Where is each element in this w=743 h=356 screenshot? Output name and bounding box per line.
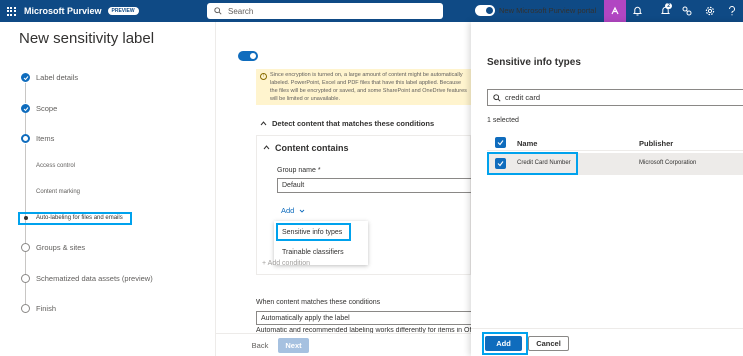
add-dropdown-button[interactable]: Add [281, 206, 305, 215]
match-action-value: Automatically apply the label [261, 314, 350, 322]
add-button-highlight-box [482, 332, 528, 355]
preview-badge: PREVIEW [107, 7, 139, 15]
search-icon [214, 7, 222, 15]
new-portal-toggle[interactable]: New Microsoft Purview portal [475, 5, 596, 16]
row-highlight-box [487, 152, 578, 175]
match-action-label: When content matches these conditions [256, 299, 381, 306]
search-icon [493, 93, 501, 102]
panel-title: Sensitive info types [487, 57, 581, 68]
step-complete-icon [21, 104, 30, 113]
content-contains-title: Content contains [275, 143, 349, 153]
step-connector [25, 113, 26, 134]
step-label-details[interactable]: Label details [21, 73, 78, 82]
panel-search-input[interactable]: credit card [487, 89, 743, 106]
step-label: Scope [36, 104, 58, 113]
step-complete-icon [21, 73, 30, 82]
app-brand[interactable]: Microsoft Purview [24, 6, 102, 16]
group-name-label: Group name * [277, 167, 321, 174]
menu-highlight-box [276, 223, 351, 241]
page-title: New sensitivity label [19, 30, 155, 47]
step-pending-icon [21, 304, 30, 313]
portal-toggle-label: New Microsoft Purview portal [499, 6, 597, 15]
row-publisher-cell: Microsoft Corporation [639, 160, 697, 166]
step-connector [25, 83, 26, 103]
bell-icon[interactable] [626, 0, 648, 22]
wizard-divider [215, 22, 216, 356]
next-button[interactable]: Next [278, 338, 309, 353]
step-pending-icon [21, 243, 30, 252]
step-groups-sites[interactable]: Groups & sites [21, 243, 85, 252]
menu-item-trainable-classifiers[interactable]: Trainable classifiers [282, 249, 344, 256]
step-schematized-data-assets[interactable]: Schematized data assets (preview) [21, 274, 153, 283]
step-label: Items [36, 134, 55, 143]
app-launcher-icon[interactable] [0, 0, 22, 22]
portal-toggle-switch[interactable] [475, 5, 495, 16]
back-button[interactable]: Back [245, 338, 275, 353]
step-scope[interactable]: Scope [21, 104, 57, 113]
substep-access-control[interactable]: Access control [21, 163, 75, 169]
link-icon[interactable] [676, 0, 698, 22]
step-finish[interactable]: Finish [21, 304, 56, 313]
detect-content-heading: Detect content that matches these condit… [272, 119, 435, 128]
help-icon[interactable] [721, 0, 743, 22]
encryption-toggle[interactable] [238, 51, 258, 61]
match-action-select[interactable]: Automatically apply the label [256, 311, 471, 325]
warning-icon: ! [260, 73, 267, 80]
step-label: Content marking [36, 189, 81, 195]
substep-marker [24, 190, 28, 194]
search-placeholder: Search [228, 6, 254, 16]
warning-text: Since encryption is turned on, a large a… [270, 72, 467, 102]
step-current-icon [21, 134, 30, 143]
encryption-warning-banner: ! Since encryption is turned on, a large… [256, 69, 471, 105]
chevron-up-icon[interactable] [263, 144, 270, 151]
group-name-input[interactable]: Default [277, 178, 471, 193]
step-highlight-box [18, 212, 132, 225]
notification-count-badge: 2 [665, 3, 672, 9]
notifications-icon[interactable]: 2 [654, 0, 676, 22]
step-label: Finish [36, 304, 57, 313]
gear-icon[interactable] [699, 0, 721, 22]
copilot-icon[interactable] [604, 0, 626, 22]
add-condition-button[interactable]: + Add condition [262, 260, 310, 267]
select-all-checkbox[interactable] [495, 137, 506, 148]
header-divider [487, 150, 743, 151]
step-pending-icon [21, 274, 30, 283]
add-condition-label: Add condition [267, 260, 311, 267]
step-items[interactable]: Items [21, 134, 54, 143]
global-search-input[interactable]: Search [207, 3, 443, 19]
selected-count: 1 selected [487, 117, 519, 124]
step-label: Schematized data assets (preview) [36, 274, 153, 283]
substep-content-marking[interactable]: Content marking [21, 189, 80, 195]
step-label: Groups & sites [36, 243, 86, 252]
sensitive-info-types-panel: Sensitive info types credit card 1 selec… [471, 22, 743, 356]
column-header-publisher[interactable]: Publisher [639, 139, 673, 148]
chevron-up-icon[interactable] [260, 120, 267, 127]
add-label: Add [281, 206, 295, 215]
step-label: Label details [36, 73, 79, 82]
panel-search-value: credit card [505, 93, 541, 102]
column-header-name[interactable]: Name [517, 139, 537, 148]
step-label: Access control [36, 163, 76, 169]
group-name-value: Default [282, 182, 305, 189]
chevron-down-icon [300, 209, 305, 213]
substep-marker [24, 164, 28, 168]
cancel-button[interactable]: Cancel [528, 336, 569, 351]
